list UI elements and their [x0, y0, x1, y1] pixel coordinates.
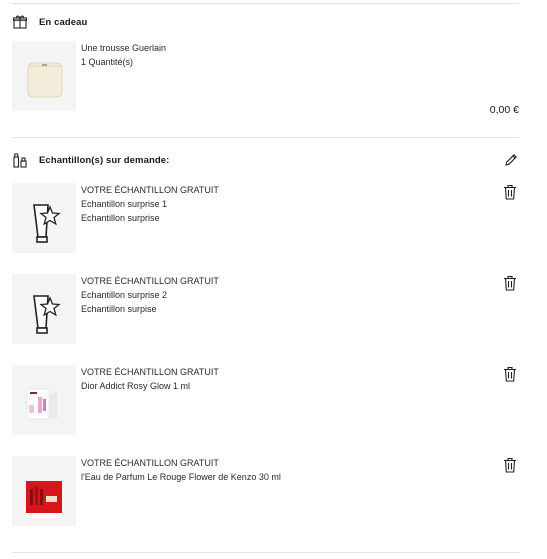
sample-4-line1: l'Eau de Parfum Le Rouge Flower de Kenzo…: [81, 472, 281, 482]
samples-section-header: Echantillon(s) sur demande:: [12, 152, 169, 168]
gift-icon: [12, 14, 28, 30]
sample-1-image: [12, 183, 76, 253]
samples-icon: [12, 152, 28, 168]
trash-icon: [504, 457, 516, 473]
gift-item-price: 0,00 €: [489, 104, 519, 116]
sample-3-image: [12, 365, 76, 435]
delete-sample-4-button[interactable]: [503, 457, 517, 473]
gift-item-quantity: 1 Quantité(s): [81, 57, 134, 67]
sample-2-header: VOTRE ÉCHANTILLON GRATUIT: [81, 276, 219, 286]
samples-section-title: Echantillon(s) sur demande:: [39, 154, 170, 166]
sample-1-details: VOTRE ÉCHANTILLON GRATUIT Echantillon su…: [81, 183, 219, 225]
sample-4-header: VOTRE ÉCHANTILLON GRATUIT: [81, 458, 219, 468]
gift-item-details: Une trousse Guerlain 1 Quantité(s): [81, 41, 166, 69]
divider-gift: [12, 137, 519, 138]
gift-section-header: En cadeau: [12, 14, 87, 30]
delete-sample-3-button[interactable]: [503, 366, 517, 382]
gift-section-title: En cadeau: [39, 16, 88, 28]
sample-2-details: VOTRE ÉCHANTILLON GRATUIT Echantillon su…: [81, 274, 219, 316]
sample-3-header: VOTRE ÉCHANTILLON GRATUIT: [81, 367, 219, 377]
sample-3-line1: Dior Addict Rosy Glow 1 ml: [81, 381, 191, 391]
sample-4-image: [12, 456, 76, 526]
divider-bottom: [12, 552, 519, 553]
sample-1-line2: Echantillon surprise: [81, 213, 160, 223]
sample-2-line2: Echantillon surpise: [81, 304, 157, 314]
pencil-icon: [505, 154, 517, 166]
dior-sample-card: [12, 365, 76, 435]
edit-samples-button[interactable]: [504, 153, 518, 167]
tube-star-icon: [12, 274, 76, 344]
sample-2-image: [12, 274, 76, 344]
sample-4-details: VOTRE ÉCHANTILLON GRATUIT l'Eau de Parfu…: [81, 456, 281, 484]
kenzo-sample-card: [12, 456, 76, 526]
tube-star-icon: [12, 183, 76, 253]
divider-top: [12, 3, 519, 4]
trash-icon: [504, 275, 516, 291]
trash-icon: [504, 184, 516, 200]
gift-product-image: [12, 41, 76, 111]
trash-icon: [504, 366, 516, 382]
sample-3-details: VOTRE ÉCHANTILLON GRATUIT Dior Addict Ro…: [81, 365, 219, 393]
delete-sample-1-button[interactable]: [503, 184, 517, 200]
sample-1-header: VOTRE ÉCHANTILLON GRATUIT: [81, 185, 219, 195]
gift-item-name: Une trousse Guerlain: [81, 43, 167, 53]
sample-2-line1: Echantillon surprise 2: [81, 290, 168, 300]
delete-sample-2-button[interactable]: [503, 275, 517, 291]
sample-1-line1: Echantillon surprise 1: [81, 199, 168, 209]
